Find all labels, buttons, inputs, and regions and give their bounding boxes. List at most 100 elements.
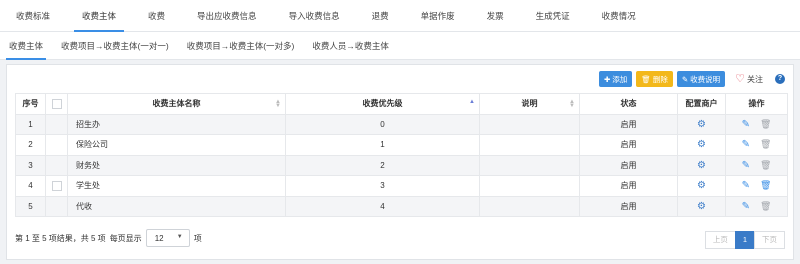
actions-cell: ✎ 🗑: [725, 113, 788, 135]
tab-void-receipt[interactable]: 单据作废: [405, 0, 471, 31]
trash-icon[interactable]: 🗑: [760, 180, 771, 190]
description: [479, 113, 580, 135]
row-index: 1: [15, 113, 46, 135]
row-checkbox-cell[interactable]: [45, 175, 68, 197]
tab-fee[interactable]: 收费: [132, 0, 181, 31]
table-row[interactable]: 3 财务处 2 启用 ⚙ ✎ 🗑: [15, 154, 788, 176]
subtab-item-entity-one-to-one[interactable]: 收费项目→收费主体(一对一): [52, 32, 178, 59]
edit-icon[interactable]: ✎: [742, 119, 750, 130]
gears-icon[interactable]: ⚙: [697, 139, 706, 150]
status: 启用: [579, 195, 678, 217]
trash-icon[interactable]: 🗑: [760, 160, 771, 170]
edit-icon[interactable]: ✎: [742, 139, 750, 150]
col-select-all[interactable]: [45, 93, 68, 115]
follow-button[interactable]: ♡ 关注: [735, 72, 763, 85]
table-row[interactable]: 2 保险公司 1 启用 ⚙ ✎ 🗑: [15, 134, 788, 156]
tab-fee-standard[interactable]: 收费标准: [0, 0, 66, 31]
delete-button[interactable]: 🗑 删除: [636, 71, 673, 87]
fee-explain-button[interactable]: ✎ 收费说明: [676, 71, 726, 87]
prev-page-button[interactable]: 上页: [704, 231, 736, 249]
page-1-button[interactable]: 1: [734, 231, 755, 249]
col-priority[interactable]: 收费优先级 ▲: [285, 93, 480, 115]
trash-icon[interactable]: 🗑: [760, 119, 771, 129]
actions-cell: ✎ 🗑: [725, 175, 788, 197]
description: [479, 175, 580, 197]
config-merchant-cell: ⚙: [677, 154, 726, 176]
sort-icon: ▲ ▼: [569, 99, 575, 109]
per-page-unit: 项: [193, 233, 202, 243]
table-footer: 第 1 至 5 项结果，共 5 项 每页显示 12 ▼ 项: [15, 229, 202, 247]
per-page-label: 每页显示: [109, 233, 142, 243]
actions-cell: ✎ 🗑: [725, 154, 788, 176]
subtab-item-entity-one-to-many[interactable]: 收费项目→收费主体(一对多): [178, 32, 304, 59]
help-icon[interactable]: ?: [775, 74, 785, 84]
tab-generate-voucher[interactable]: 生成凭证: [520, 0, 586, 31]
content-panel: ✚ 添加 🗑 删除 ✎ 收费说明 ♡ 关注 ? 序号 收费主体名称 ▲ ▼ 收费优先…: [6, 64, 794, 260]
trash-icon[interactable]: 🗑: [760, 139, 771, 149]
actions-cell: ✎ 🗑: [725, 195, 788, 217]
tab-fee-status[interactable]: 收费情况: [586, 0, 652, 31]
config-merchant-cell: ⚙: [677, 175, 726, 197]
status: 启用: [579, 113, 678, 135]
edit-icon[interactable]: ✎: [742, 160, 750, 171]
row-checkbox-cell[interactable]: [45, 113, 68, 135]
col-actions: 操作: [725, 93, 788, 115]
actions-cell: ✎ 🗑: [725, 134, 788, 156]
table-header: 序号 收费主体名称 ▲ ▼ 收费优先级 ▲ 说明 ▲ ▼ 状态 配置商户 操作: [15, 93, 788, 115]
priority: 3: [285, 175, 480, 197]
col-index: 序号: [15, 93, 46, 115]
entity-name: 财务处: [67, 154, 286, 176]
config-merchant-cell: ⚙: [677, 113, 726, 135]
row-index: 5: [15, 195, 46, 217]
entity-name: 保险公司: [67, 134, 286, 156]
edit-icon[interactable]: ✎: [742, 180, 750, 191]
table-row[interactable]: 5 代收 4 启用 ⚙ ✎ 🗑: [15, 195, 788, 217]
status: 启用: [579, 154, 678, 176]
add-button[interactable]: ✚ 添加: [599, 71, 633, 87]
table-row[interactable]: 1 招生办 0 启用 ⚙ ✎ 🗑: [15, 113, 788, 135]
status: 启用: [579, 175, 678, 197]
edit-icon: ✎: [681, 74, 689, 84]
row-checkbox-cell[interactable]: [45, 134, 68, 156]
sort-asc-icon: ▲: [469, 99, 475, 105]
sub-nav: 收费主体 收费项目→收费主体(一对一) 收费项目→收费主体(一对多) 收费人员→…: [0, 32, 800, 60]
next-page-button[interactable]: 下页: [754, 231, 785, 249]
table-row[interactable]: 4 学生处 3 启用 ⚙ ✎ 🗑: [15, 175, 788, 197]
row-checkbox-cell[interactable]: [45, 154, 68, 176]
subtab-fee-entity[interactable]: 收费主体: [0, 32, 52, 60]
edit-icon[interactable]: ✎: [742, 201, 750, 212]
col-entity-name[interactable]: 收费主体名称 ▲ ▼: [67, 93, 286, 115]
tab-export-receivable[interactable]: 导出应收费信息: [181, 0, 273, 31]
gears-icon[interactable]: ⚙: [697, 180, 706, 191]
priority: 2: [285, 154, 480, 176]
subtab-staff-entity[interactable]: 收费人员→收费主体: [303, 32, 398, 59]
row-checkbox[interactable]: [51, 180, 62, 191]
tab-invoice[interactable]: 发票: [471, 0, 520, 31]
fee-entity-table: 序号 收费主体名称 ▲ ▼ 收费优先级 ▲ 说明 ▲ ▼ 状态 配置商户 操作 1 招生办…: [15, 93, 788, 217]
tab-refund[interactable]: 退费: [356, 0, 405, 31]
gears-icon[interactable]: ⚙: [697, 160, 706, 171]
result-summary: 第 1 至 5 项结果，共 5 项: [15, 233, 106, 243]
description: [479, 154, 580, 176]
gears-icon[interactable]: ⚙: [697, 201, 706, 212]
status: 启用: [579, 134, 678, 156]
config-merchant-cell: ⚙: [677, 134, 726, 156]
col-config-merchant: 配置商户: [677, 93, 726, 115]
row-index: 3: [15, 154, 46, 176]
entity-name: 代收: [67, 195, 286, 217]
plus-icon: ✚: [604, 74, 611, 84]
row-index: 4: [15, 175, 46, 197]
tab-fee-entity[interactable]: 收费主体: [66, 0, 132, 32]
top-nav: 收费标准 收费主体 收费 导出应收费信息 导入收费信息 退费 单据作废 发票 生…: [0, 0, 800, 32]
trash-icon[interactable]: 🗑: [760, 201, 771, 211]
row-checkbox-cell[interactable]: [45, 195, 68, 217]
col-description[interactable]: 说明 ▲ ▼: [479, 93, 580, 115]
select-all-checkbox[interactable]: [51, 98, 62, 109]
chevron-down-icon: ▼: [176, 234, 183, 240]
gears-icon[interactable]: ⚙: [697, 119, 706, 130]
priority: 0: [285, 113, 480, 135]
heart-icon: ♡: [735, 72, 745, 85]
per-page-select[interactable]: 12 ▼: [145, 229, 190, 247]
description: [479, 134, 580, 156]
tab-import-fee[interactable]: 导入收费信息: [273, 0, 356, 31]
